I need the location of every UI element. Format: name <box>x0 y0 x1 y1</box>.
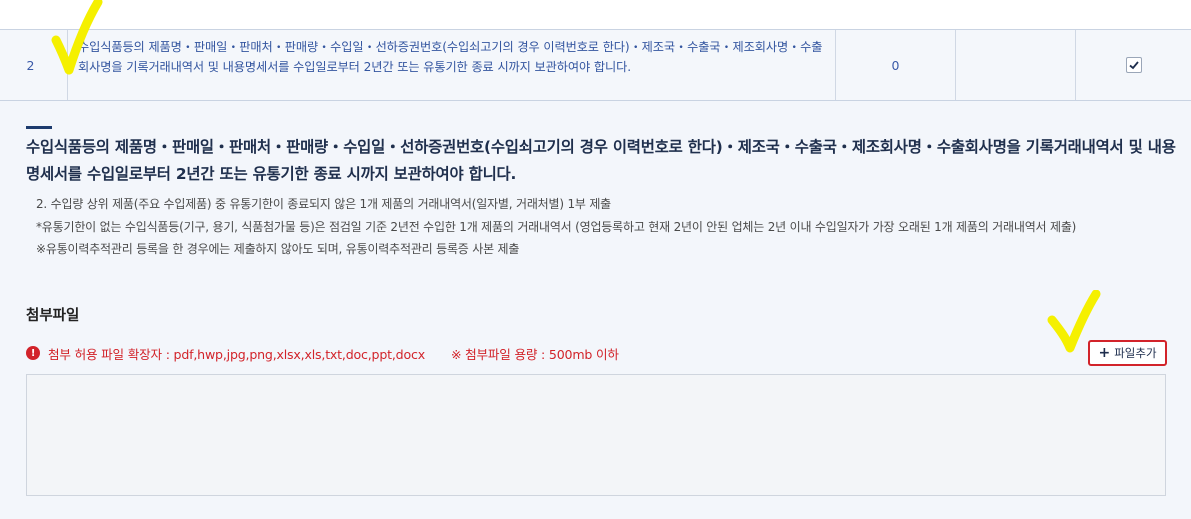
attachment-title: 첨부파일 <box>26 308 80 324</box>
row-empty-cell <box>956 30 1076 100</box>
attachment-notice: ! 첨부 허용 파일 확장자 : pdf,hwp,jpg,png,xlsx,xl… <box>26 343 619 363</box>
section-accent-bar <box>26 126 52 129</box>
detail-title: 수입식품등의 제품명・판매일・판매처・판매량・수입일・선하증권번호(수입쇠고기의… <box>26 138 1176 183</box>
checkbox-checked-icon <box>1128 61 1139 70</box>
table-row: 2 수입식품등의 제품명・판매일・판매처・판매량・수입일・선하증권번호(수입쇠고… <box>0 29 1191 101</box>
add-file-button[interactable]: + 파일추가 <box>1088 340 1167 366</box>
top-spacer <box>0 0 1191 29</box>
size-limit-text: ※ 첨부파일 용량 : 500mb 이하 <box>450 346 619 362</box>
warning-icon: ! <box>26 346 40 360</box>
bottom-strip <box>0 512 1191 519</box>
row-checkbox[interactable] <box>1125 57 1142 73</box>
row-number: 2 <box>0 30 68 100</box>
detail-notes: 2. 수입량 상위 제품(주요 수입제품) 중 유통기한이 종료되지 않은 1개… <box>36 193 1156 261</box>
file-drop-area[interactable] <box>26 374 1166 496</box>
row-text: 수입식품등의 제품명・판매일・판매처・판매량・수입일・선하증권번호(수입쇠고기의… <box>68 30 836 100</box>
row-check-cell <box>1076 30 1191 100</box>
row-count: 0 <box>836 30 956 100</box>
plus-icon: + <box>1098 345 1111 361</box>
note-line: 2. 수입량 상위 제품(주요 수입제품) 중 유통기한이 종료되지 않은 1개… <box>36 197 612 211</box>
allowed-extensions-text: 첨부 허용 파일 확장자 : pdf,hwp,jpg,png,xlsx,xls,… <box>48 346 425 362</box>
note-line: ※유통이력추적관리 등록을 한 경우에는 제출하지 않아도 되며, 유통이력추적… <box>36 242 520 256</box>
note-line: *유통기한이 없는 수입식품등(기구, 용기, 식품첨가물 등)은 점검일 기준… <box>36 219 1077 234</box>
add-file-label: 파일추가 <box>1114 346 1157 360</box>
